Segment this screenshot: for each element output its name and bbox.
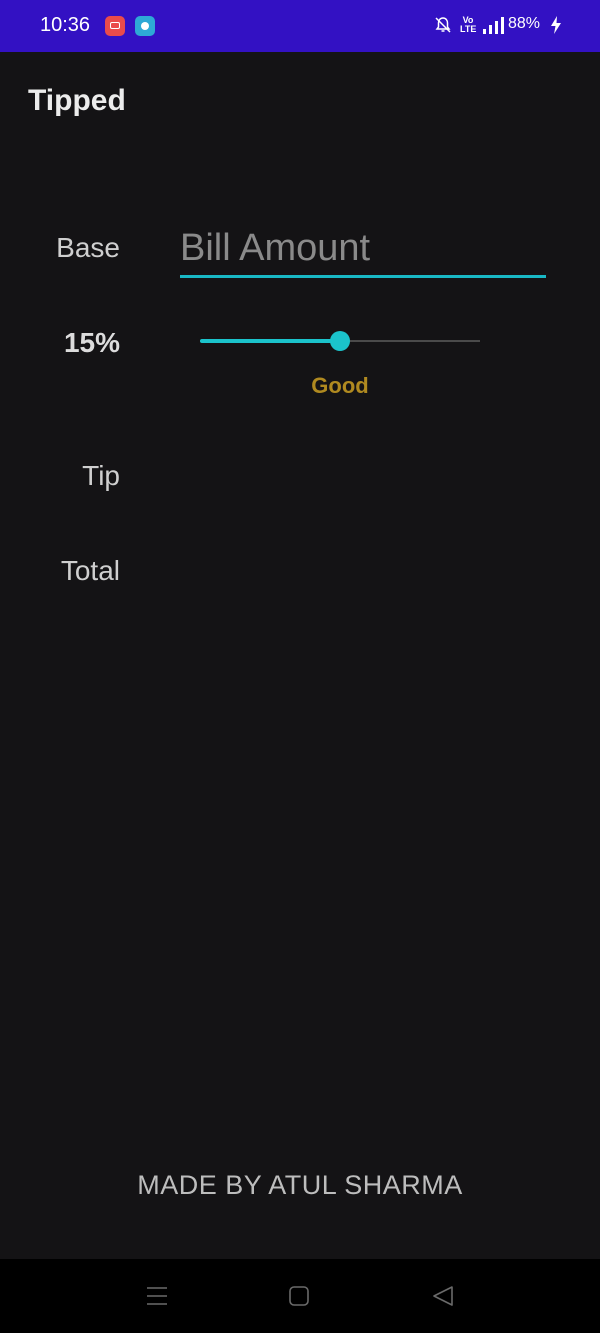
tip-description: Good (311, 373, 369, 398)
battery-percent: 88% (508, 15, 541, 32)
footer-credit: MADE BY ATUL SHARMA (137, 1170, 463, 1200)
tip-label: Tip (82, 460, 120, 491)
tip-percent-slider[interactable] (200, 326, 480, 356)
app-title: Tipped (28, 84, 126, 117)
base-label: Base (56, 232, 120, 263)
menu-icon[interactable] (146, 1286, 168, 1306)
bell-off-icon (435, 17, 451, 33)
chat-bubble-icon (135, 16, 155, 36)
home-icon[interactable] (289, 1286, 309, 1306)
tip-percent-label: 15% (63, 327, 120, 358)
status-time: 10:36 (40, 14, 91, 36)
status-bar: 10:36 Vo LTE 88% (0, 0, 600, 52)
signal-icon (483, 17, 504, 34)
bolt-icon (551, 16, 561, 34)
screen-recorder-icon (105, 16, 125, 36)
back-icon[interactable] (432, 1286, 454, 1306)
total-label: Total (60, 555, 120, 586)
slider-fill (200, 339, 340, 343)
navigation-bar (0, 1259, 600, 1333)
slider-thumb[interactable] (330, 331, 350, 351)
volte-indicator: Vo LTE (460, 15, 477, 34)
bill-amount-input[interactable] (180, 222, 546, 278)
